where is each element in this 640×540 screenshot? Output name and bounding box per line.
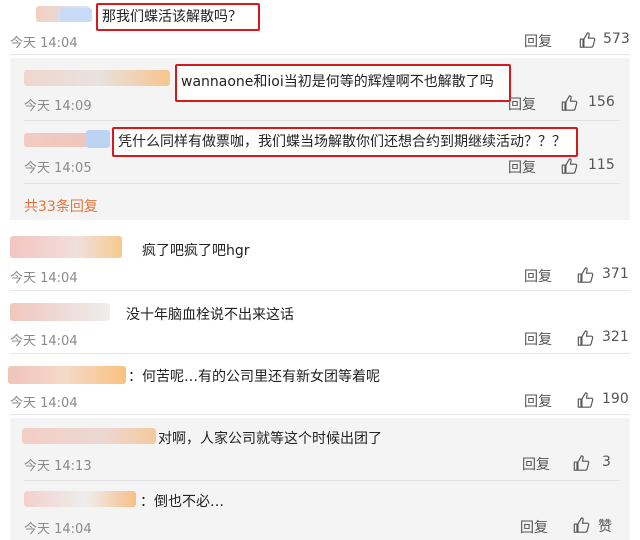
thumbs-up-icon[interactable]	[576, 391, 595, 409]
comment-time: 今天 14:04	[10, 36, 78, 51]
username-blur	[60, 8, 92, 22]
like-count: 573	[603, 31, 630, 47]
reply-button[interactable]: 回复	[524, 329, 552, 349]
username-blur	[24, 70, 170, 86]
divider	[10, 414, 630, 415]
username-blur	[10, 303, 110, 321]
reply-button[interactable]: 回复	[508, 94, 536, 114]
thumbs-up-icon[interactable]	[576, 329, 595, 347]
reply-text: ：倒也不必…	[140, 494, 224, 510]
like-count: 156	[588, 94, 615, 110]
divider	[24, 183, 620, 184]
username-blur	[8, 366, 126, 384]
divider	[24, 120, 620, 121]
comment-time: 今天 14:04	[10, 271, 78, 286]
comment-text: 没十年脑血栓说不出来这话	[126, 307, 294, 323]
username-blur	[24, 491, 136, 507]
like-label: 赞	[598, 519, 612, 535]
like-count: 190	[602, 391, 629, 407]
reply-text: wannaone和ioi当初是何等的辉煌啊不也解散了吗	[175, 64, 511, 102]
comment-text: ：何苦呢…有的公司里还有新女团等着呢	[128, 369, 380, 385]
thumbs-up-icon[interactable]	[560, 94, 579, 112]
more-replies-link[interactable]: 共33条回复	[24, 196, 98, 216]
thumbs-up-icon[interactable]	[560, 157, 579, 175]
username-blur	[10, 236, 122, 258]
thumbs-up-icon[interactable]	[576, 266, 595, 284]
username-blur	[22, 428, 156, 444]
thumbs-up-icon[interactable]	[572, 516, 591, 534]
divider	[10, 54, 630, 55]
comment-time: 今天 14:04	[10, 396, 78, 411]
thumbs-up-icon[interactable]	[572, 454, 591, 472]
reply-text: 凭什么同样有做票咖，我们蝶当场解散你们还想合约到期继续活动？？？	[112, 127, 578, 157]
comment-time: 今天 14:04	[10, 334, 78, 349]
reply-text: 对啊，人家公司就等这个时候出团了	[158, 431, 382, 447]
like-count: 115	[588, 157, 615, 173]
reply-time: 今天 14:09	[24, 99, 92, 114]
divider	[10, 290, 630, 291]
reply-button[interactable]: 回复	[522, 454, 550, 474]
like-count: 321	[602, 329, 629, 345]
like-count: 371	[602, 266, 629, 282]
username-blur	[86, 130, 110, 148]
comment-text: 疯了吧疯了吧hgr	[142, 243, 250, 259]
divider	[24, 480, 620, 481]
reply-time: 今天 14:13	[24, 459, 92, 474]
reply-button[interactable]: 回复	[520, 517, 548, 537]
reply-button[interactable]: 回复	[524, 391, 552, 411]
reply-button[interactable]: 回复	[508, 157, 536, 177]
reply-time: 今天 14:05	[24, 161, 92, 176]
divider	[10, 353, 630, 354]
reply-button[interactable]: 回复	[524, 31, 552, 51]
reply-button[interactable]: 回复	[524, 266, 552, 286]
comment-text: 那我们蝶活该解散吗？	[96, 3, 260, 31]
reply-time: 今天 14:04	[24, 522, 92, 537]
thumbs-up-icon[interactable]	[578, 31, 597, 49]
like-count: 3	[602, 454, 611, 470]
